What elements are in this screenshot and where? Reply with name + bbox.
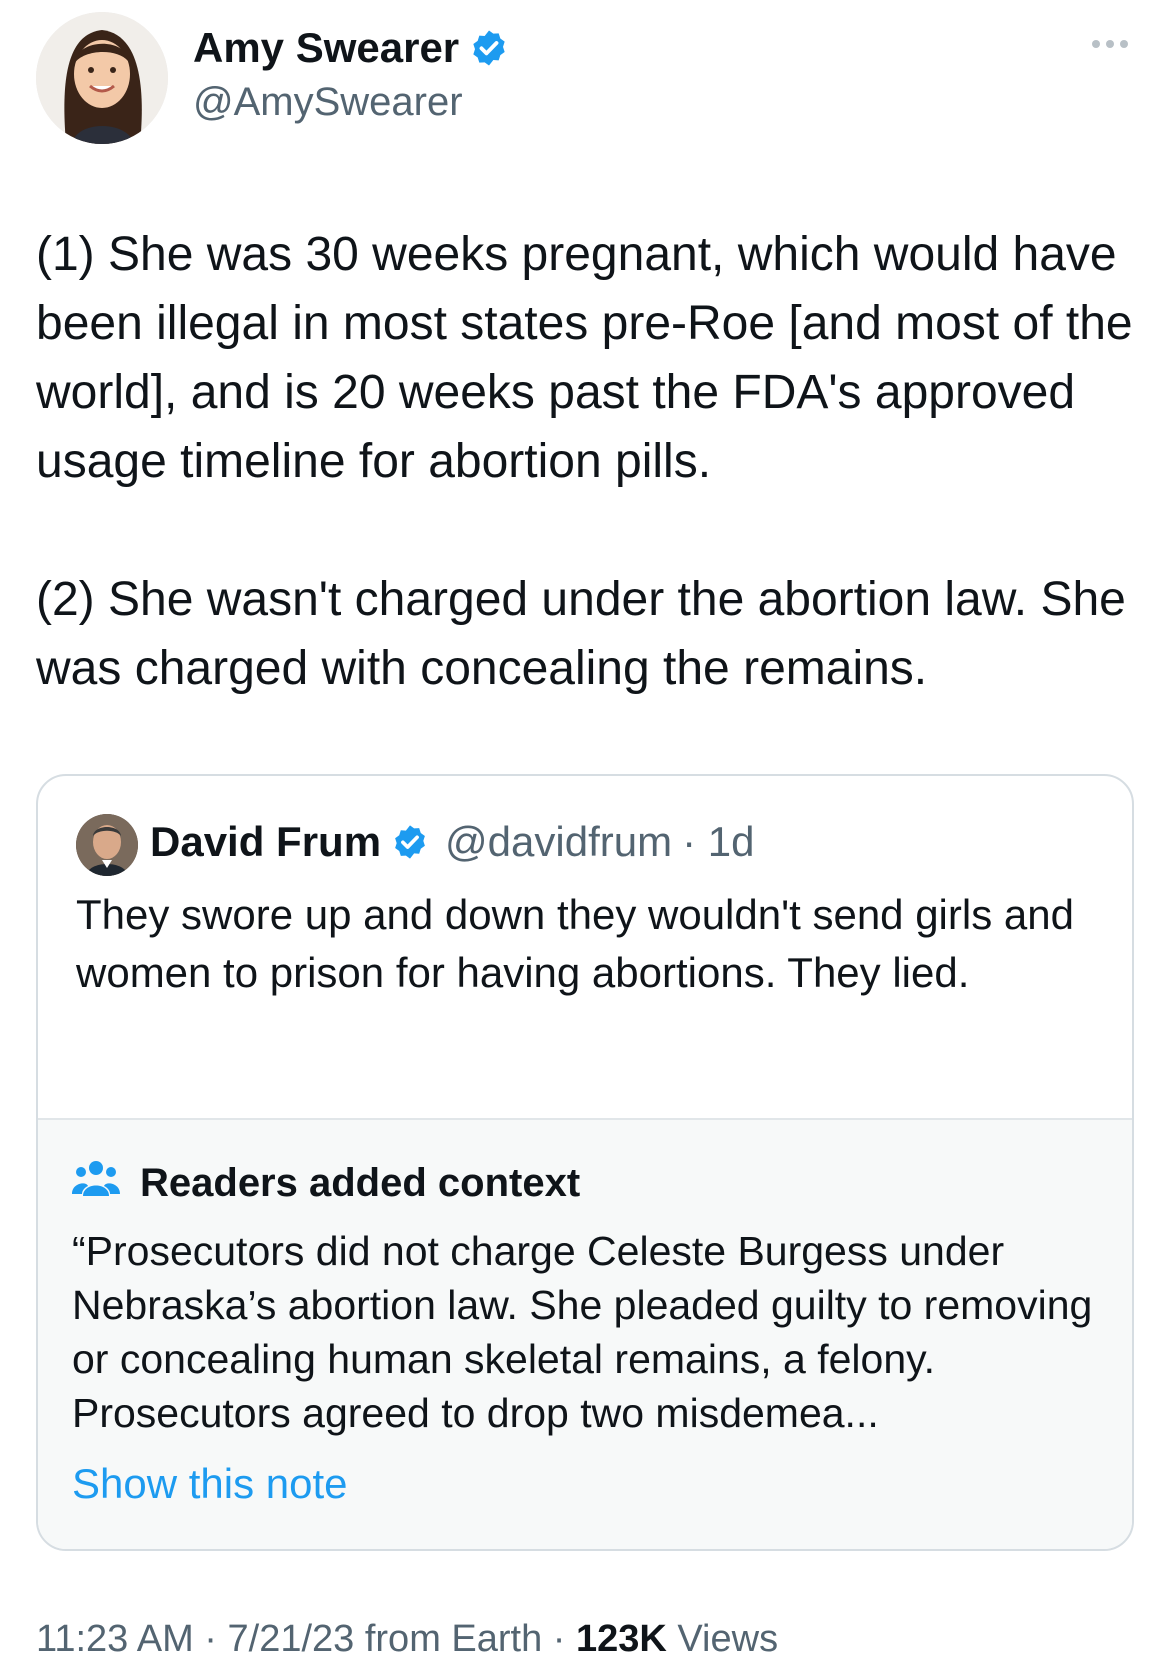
author-handle[interactable]: @AmySwearer xyxy=(193,80,463,125)
quoted-tweet-time: · 1d xyxy=(682,818,755,865)
author-name-text[interactable]: Amy Swearer xyxy=(193,24,459,72)
author-avatar[interactable] xyxy=(36,12,168,144)
tweet-meta: 11:23 AM · 7/21/23 from Earth · 123K Vie… xyxy=(36,1618,778,1656)
community-note-title: Readers added context xyxy=(140,1160,581,1205)
quoted-author-name[interactable]: David Frum xyxy=(150,818,381,866)
views-label: Views xyxy=(666,1618,779,1656)
tweet-page: Amy Swearer @AmySwearer (1) She was 30 w… xyxy=(0,0,1170,1656)
tweet-text: (1) She was 30 weeks pregnant, which wou… xyxy=(36,220,1146,703)
tweet-timestamp[interactable]: 11:23 AM · 7/21/23 from Earth · xyxy=(36,1618,576,1656)
author-name[interactable]: Amy Swearer xyxy=(193,24,509,72)
community-note-text: “Prosecutors did not charge Celeste Burg… xyxy=(72,1228,1093,1436)
quoted-tweet[interactable]: David Frum @davidfrum · 1d They swore up… xyxy=(38,776,1132,1118)
verified-badge-icon xyxy=(391,823,429,861)
people-icon xyxy=(72,1158,120,1208)
community-note-header: Readers added context xyxy=(72,1158,580,1208)
more-options-icon[interactable] xyxy=(1092,40,1128,48)
show-note-link[interactable]: Show this note xyxy=(72,1460,348,1508)
views-count: 123K xyxy=(576,1618,667,1656)
quoted-tweet-text: They swore up and down they wouldn't sen… xyxy=(76,891,1074,996)
quoted-tweet-header: David Frum @davidfrum · 1d xyxy=(150,818,754,866)
quoted-tweet-card[interactable]: David Frum @davidfrum · 1d They swore up… xyxy=(36,774,1134,1551)
community-note: Readers added context “Prosecutors did n… xyxy=(38,1118,1132,1549)
quoted-author-avatar xyxy=(76,814,138,876)
tweet-paragraph: (1) She was 30 weeks pregnant, which wou… xyxy=(36,228,1133,488)
quoted-author-handle[interactable]: @davidfrum xyxy=(445,818,672,866)
verified-badge-icon xyxy=(469,28,509,68)
tweet-paragraph: (2) She wasn't charged under the abortio… xyxy=(36,573,1126,695)
